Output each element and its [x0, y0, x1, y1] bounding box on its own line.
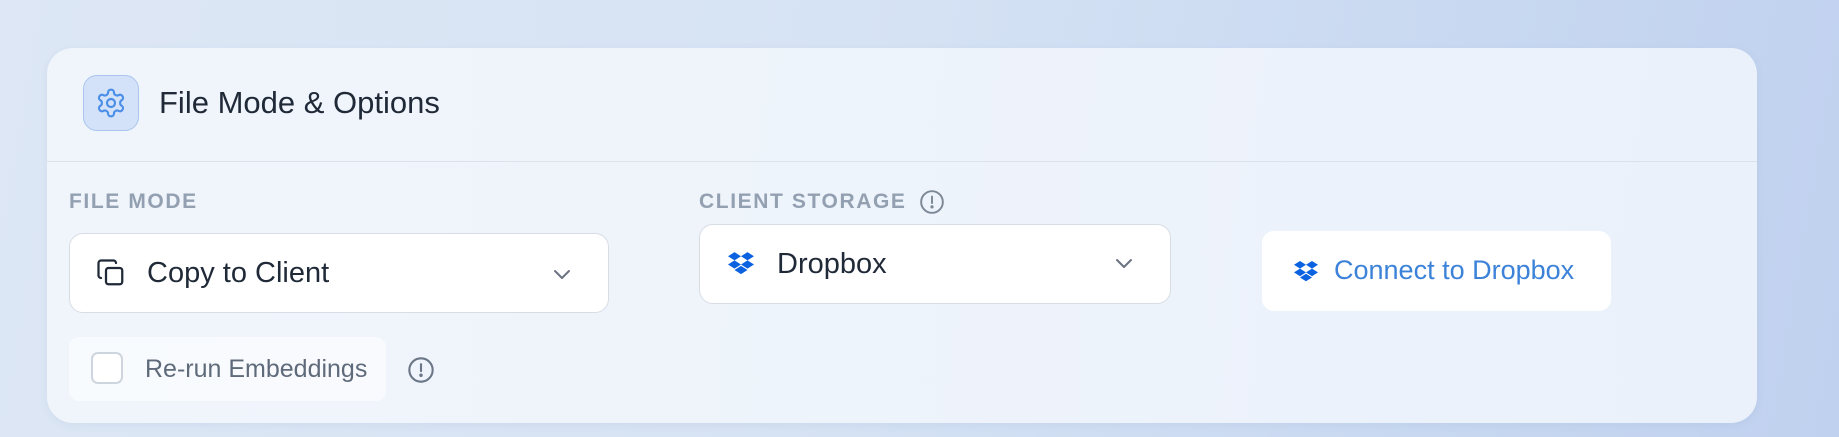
file-mode-label: FILE MODE — [69, 190, 198, 213]
client-storage-select[interactable]: Dropbox — [699, 224, 1171, 304]
dropbox-icon — [728, 251, 754, 280]
copy-icon — [96, 258, 126, 293]
panel-header: File Mode & Options — [47, 48, 1757, 162]
rerun-embeddings-checkbox[interactable] — [91, 352, 123, 384]
dropbox-icon — [1294, 260, 1318, 287]
connect-button-label: Connect to Dropbox — [1334, 255, 1575, 285]
client-storage-value: Dropbox — [777, 248, 887, 280]
rerun-embeddings-option[interactable]: Re-run Embeddings — [69, 337, 386, 401]
chevron-down-icon — [1112, 251, 1136, 280]
client-storage-label: CLIENT STORAGE — [699, 190, 907, 213]
file-mode-select[interactable]: Copy to Client — [69, 233, 609, 313]
file-mode-options-panel: File Mode & Options FILE MODE Copy to Cl… — [47, 48, 1757, 423]
rerun-embeddings-label: Re-run Embeddings — [145, 355, 368, 383]
panel-title: File Mode & Options — [159, 85, 440, 120]
file-mode-value: Copy to Client — [147, 257, 330, 289]
connect-to-dropbox-button[interactable]: Connect to Dropbox — [1262, 231, 1611, 311]
gear-icon — [83, 75, 139, 131]
client-storage-info-icon[interactable] — [919, 189, 945, 215]
rerun-embeddings-info-icon[interactable] — [407, 356, 434, 383]
chevron-down-icon — [550, 262, 574, 291]
